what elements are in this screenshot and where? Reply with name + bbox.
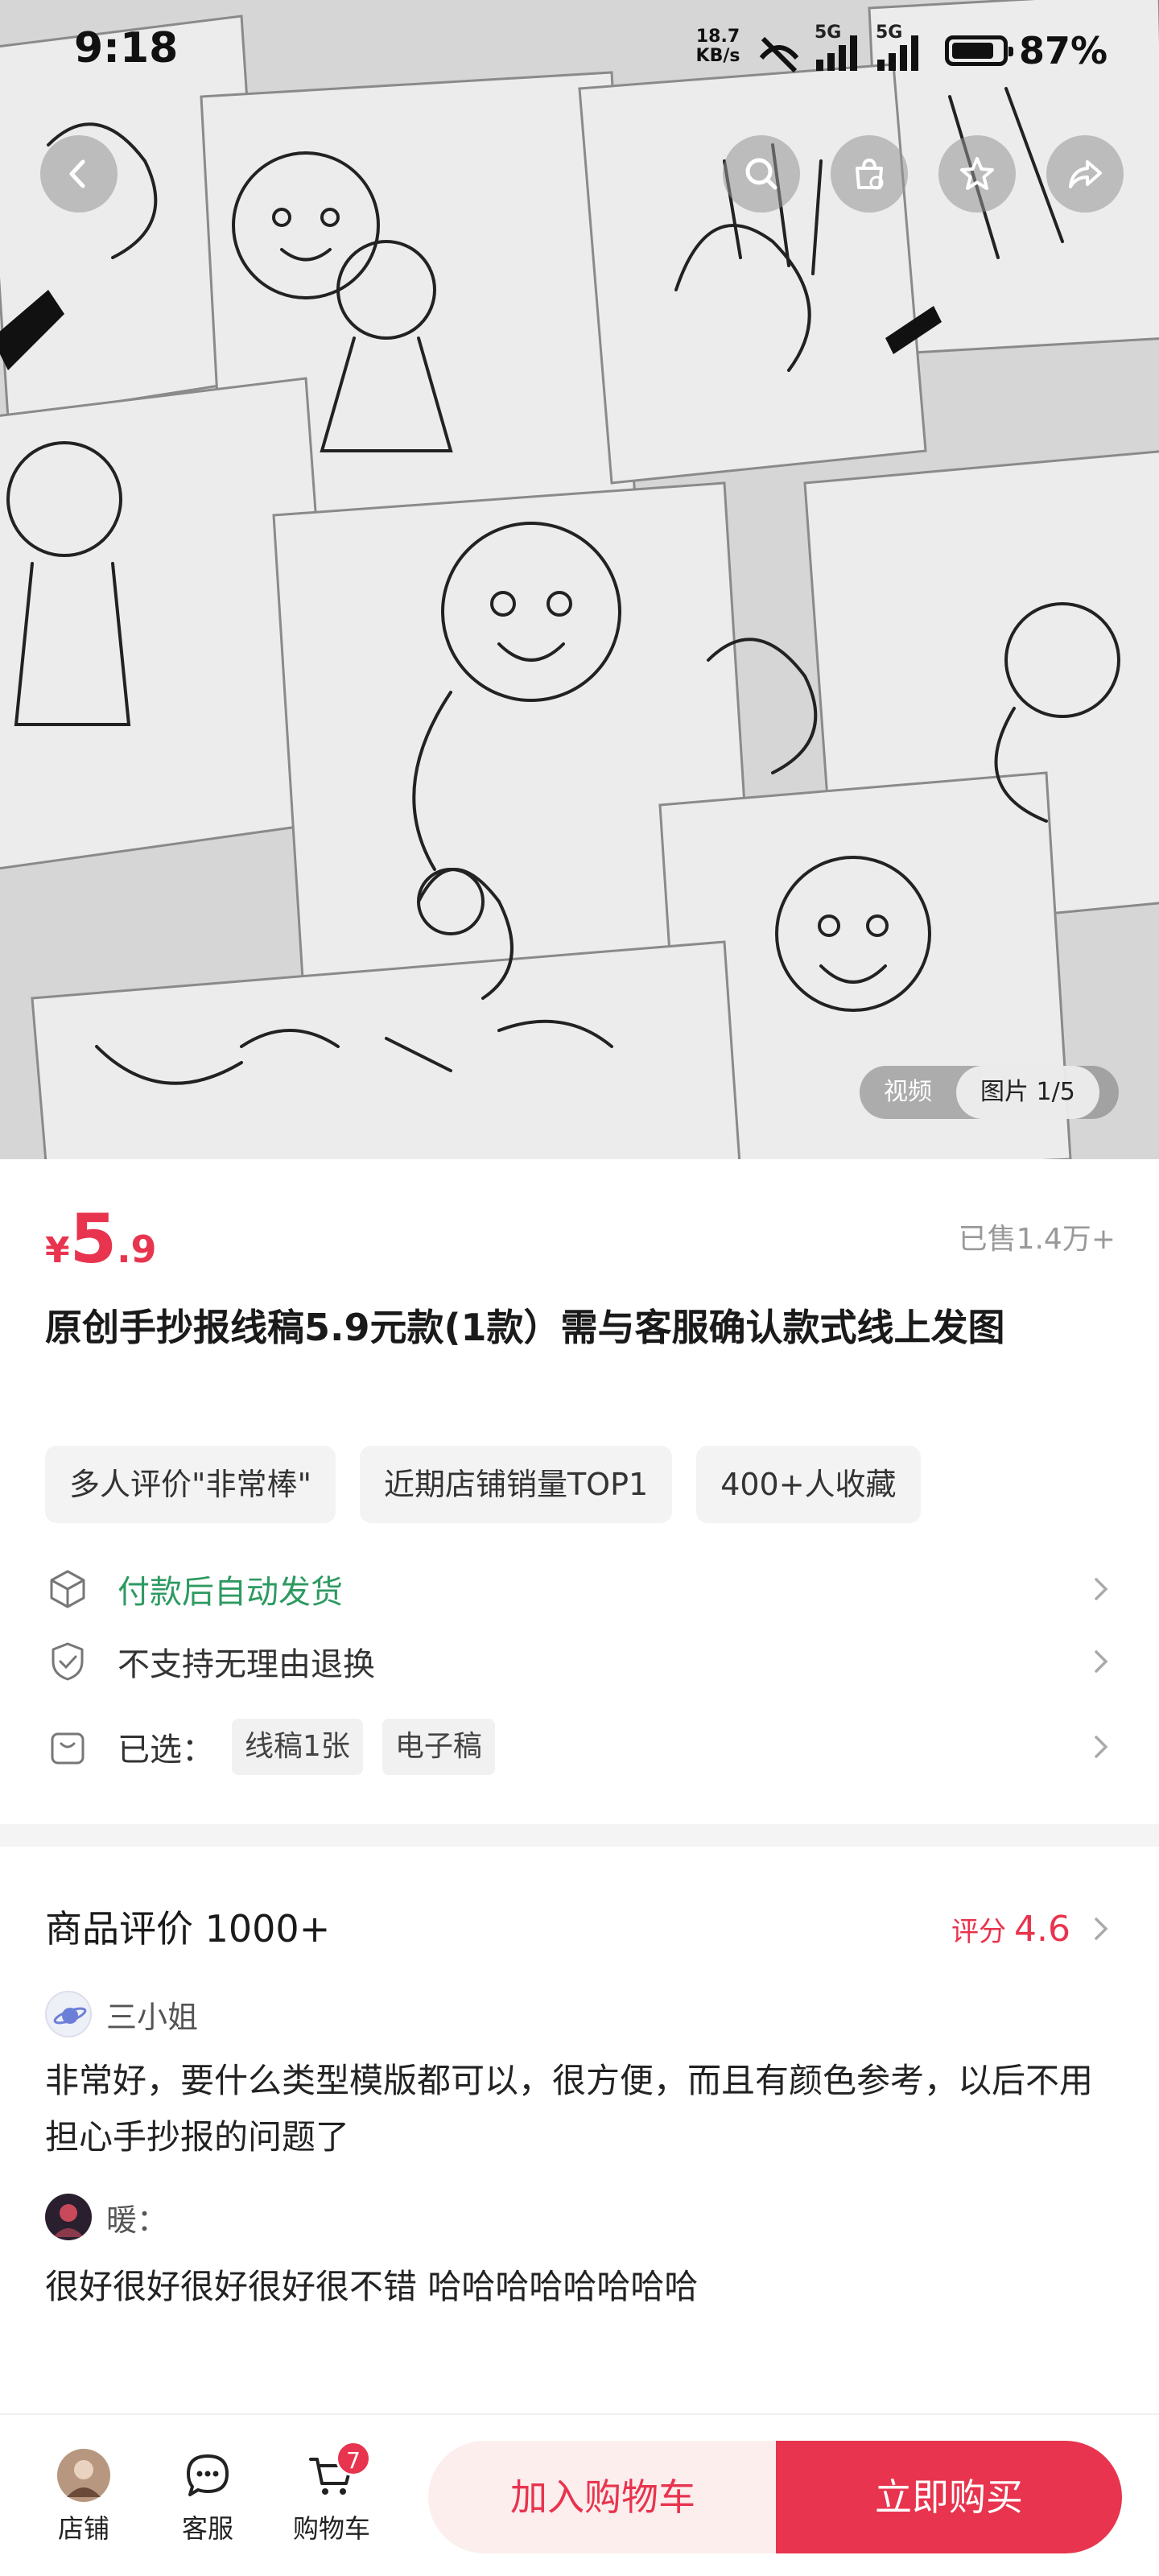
chat-icon [187, 2454, 229, 2496]
planet-avatar-icon [53, 2007, 87, 2025]
tag[interactable]: 400+人收藏 [696, 1446, 921, 1523]
search-button[interactable] [723, 135, 800, 213]
option-chip: 线稿1张 [232, 1719, 363, 1775]
product-image[interactable]: 9:18 18.7 KB/s 5G 5G 87% 视频 图片 1/5 [0, 0, 1159, 1159]
avatar [45, 2194, 92, 2240]
shipping-text: 付款后自动发货 [118, 1574, 343, 1611]
tab-images[interactable]: 图片 1/5 [956, 1066, 1099, 1119]
shop-button[interactable] [831, 135, 908, 213]
selected-label: 已选： [118, 1732, 214, 1769]
battery-fill [952, 43, 994, 59]
review-text: 非常好，要什么类型模版都可以，很方便，而且有颜色参考，以后不用担心手抄报的问题了 [45, 2061, 1094, 2157]
price: ¥5.9 [45, 1199, 157, 1278]
section-divider [0, 1824, 1159, 1847]
network-speed-unit: KB/s [695, 46, 740, 66]
cart-count-badge: 7 [336, 2441, 371, 2476]
share-button[interactable] [1046, 135, 1124, 213]
reviewer: 三小姐 [45, 1990, 198, 2038]
cart-icon-wrap: 7 [303, 2441, 371, 2504]
service-label: 客服 [181, 2513, 233, 2544]
price-integer: 5 [69, 1199, 118, 1278]
reviews-title: 商品评价 1000+ [45, 1907, 331, 1951]
package-icon [50, 1570, 85, 1608]
reviewer: 暖： [45, 2193, 167, 2241]
score-label: 评分 [951, 1915, 1007, 1948]
product-tags: 多人评价"非常棒" 近期店铺销量TOP1 400+人收藏 [45, 1446, 921, 1523]
review-text: 很好很好很好很好很不错 哈哈哈哈哈哈哈哈 [45, 2267, 699, 2306]
status-time: 9:18 [74, 24, 179, 72]
share-icon [1069, 160, 1102, 188]
price-decimal: .9 [117, 1228, 157, 1271]
network-speed: 18.7 KB/s [694, 27, 742, 66]
product-title: 原创手抄报线稿5.9元款(1款）需与客服确认款式线上发图 [45, 1306, 1005, 1349]
option-chip: 电子稿 [382, 1719, 495, 1775]
battery-icon [945, 35, 1013, 66]
chevron-right-icon [1095, 1918, 1108, 1940]
tab-video[interactable]: 视频 [860, 1066, 956, 1119]
star-icon [960, 157, 994, 190]
shop-entry[interactable]: 店铺 [35, 2447, 132, 2545]
tag[interactable]: 多人评价"非常棒" [45, 1446, 336, 1523]
signal-1-label: 5G [815, 23, 842, 43]
signal-2-label: 5G [876, 23, 903, 43]
shipping-row[interactable]: 付款后自动发货 [45, 1557, 1116, 1621]
review-score: 评分 4.6 [951, 1897, 1116, 1961]
shop-avatar-icon [57, 2449, 110, 2502]
shop-icon [856, 158, 884, 190]
score-value: 4.6 [1014, 1908, 1070, 1950]
cart-entry[interactable]: 7 购物车 [283, 2441, 380, 2545]
price-row: ¥5.9 已售1.4万+ [45, 1199, 1116, 1280]
reviewer-name: 三小姐 [106, 1999, 199, 2035]
network-speed-value: 18.7 [695, 27, 740, 47]
signal-2: 5G [876, 23, 924, 74]
mute-icon [759, 36, 799, 73]
buy-now-button[interactable]: 立即购买 [776, 2441, 1122, 2553]
chevron-right-icon [1095, 1650, 1108, 1673]
selected-options-row[interactable]: 已选： 线稿1张 电子稿 [45, 1715, 1116, 1779]
search-icon [745, 158, 777, 190]
back-icon [69, 159, 85, 188]
chevron-right-icon [1095, 1736, 1108, 1758]
reviews-header[interactable]: 商品评价 1000+ 评分 4.6 [45, 1897, 1116, 1961]
shop-avatar [56, 2447, 112, 2504]
avatar [45, 1991, 92, 2037]
chevron-right-icon [1095, 1578, 1108, 1600]
customer-service-entry[interactable]: 客服 [159, 2447, 256, 2545]
status-bar: 9:18 18.7 KB/s 5G 5G 87% [0, 0, 1159, 105]
status-icons: 5G 5G [757, 23, 924, 74]
returns-row[interactable]: 不支持无理由退换 [45, 1629, 1116, 1694]
reviewer-name: 暖： [106, 2202, 168, 2238]
shopping-bag-icon [51, 1732, 85, 1765]
user-avatar-icon [53, 2204, 84, 2237]
cart-label: 购物车 [292, 2513, 370, 2544]
returns-text: 不支持无理由退换 [118, 1646, 375, 1683]
favorite-button[interactable] [938, 135, 1016, 213]
shield-check-icon [52, 1642, 84, 1681]
signal-1: 5G [815, 23, 863, 74]
back-button[interactable] [40, 135, 118, 213]
add-to-cart-button[interactable]: 加入购物车 [428, 2441, 777, 2553]
bottom-action-bar: 店铺 客服 7 购物车 加入购物车 立即购买 [0, 2413, 1159, 2576]
chat-icon-wrap [179, 2447, 236, 2504]
shop-label: 店铺 [57, 2513, 109, 2544]
price-currency: ¥ [45, 1230, 70, 1271]
battery-percent: 87% [1019, 29, 1108, 72]
sold-count: 已售1.4万+ [958, 1223, 1116, 1256]
tag[interactable]: 近期店铺销量TOP1 [359, 1446, 673, 1523]
media-switch[interactable]: 视频 图片 1/5 [860, 1066, 1119, 1119]
